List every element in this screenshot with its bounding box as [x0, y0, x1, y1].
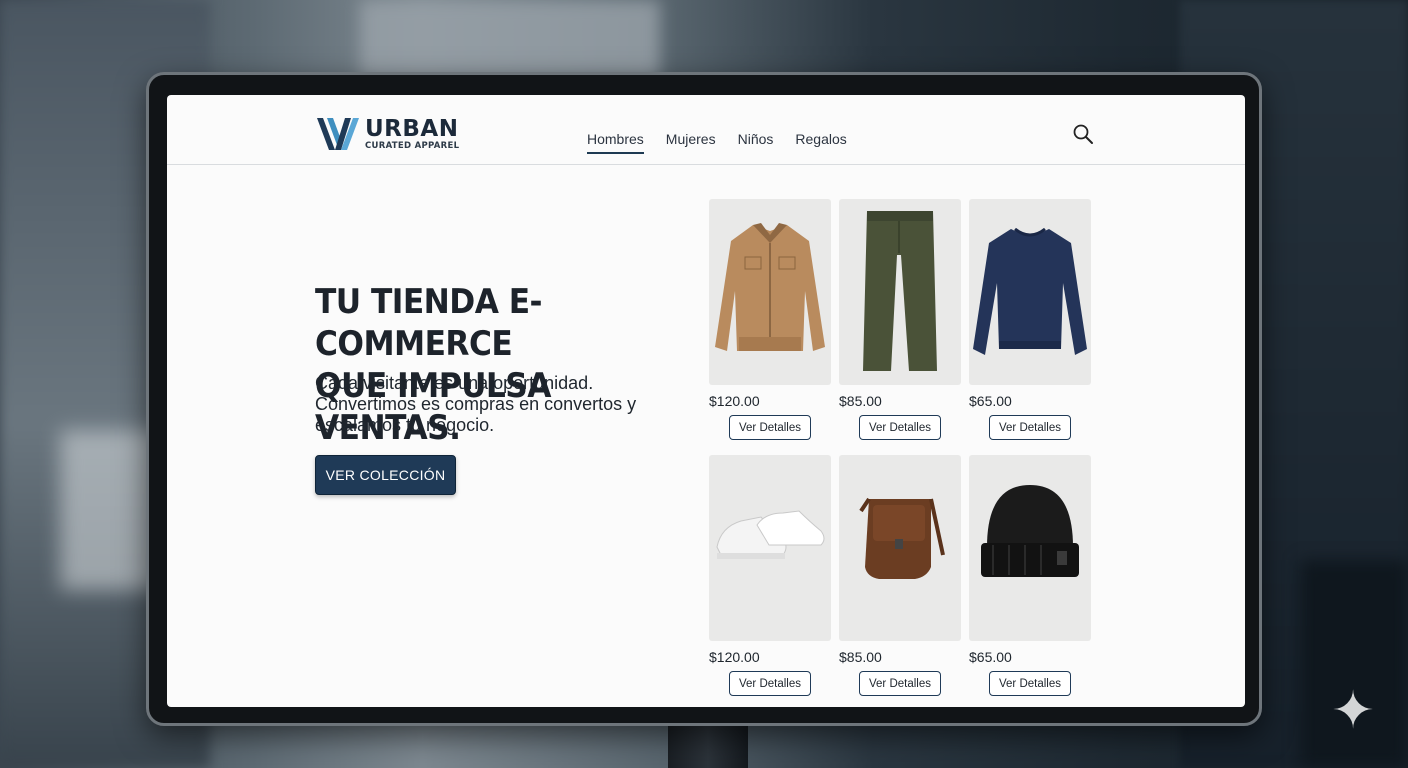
nav-item-hombres[interactable]: Hombres [587, 131, 644, 154]
hero-title-line-1: TU TIENDA E-COMMERCE [315, 282, 542, 364]
brand-tagline: CURATED APPAREL [365, 141, 460, 151]
hero-subtitle: Cada visitante es una oportunidad. Conve… [315, 373, 637, 435]
nav-item-ninos[interactable]: Niños [738, 131, 774, 154]
product-image-jacket[interactable] [709, 199, 831, 385]
website-screen: URBAN CURATED APPAREL Hombres Mujeres Ni… [167, 95, 1245, 707]
view-details-button[interactable]: Ver Detalles [989, 415, 1071, 440]
product-image-sweatshirt[interactable] [969, 199, 1091, 385]
view-collection-button[interactable]: VER COLECCIÓN [315, 455, 456, 495]
product-price: $85.00 [839, 649, 882, 665]
bag-icon [859, 497, 945, 579]
product-card[interactable]: $65.00 Ver Detalles [969, 455, 1091, 696]
nav-item-regalos[interactable]: Regalos [795, 131, 846, 154]
search-icon[interactable] [1072, 123, 1094, 145]
view-details-button[interactable]: Ver Detalles [859, 415, 941, 440]
site-header: URBAN CURATED APPAREL Hombres Mujeres Ni… [167, 95, 1245, 165]
product-price: $65.00 [969, 393, 1012, 409]
brand-name: URBAN [365, 116, 459, 142]
product-price: $120.00 [709, 393, 760, 409]
view-details-button[interactable]: Ver Detalles [729, 671, 811, 696]
view-details-button[interactable]: Ver Detalles [989, 671, 1071, 696]
brand-logo-icon [317, 118, 359, 150]
product-image-sneakers[interactable] [709, 455, 831, 641]
beanie-icon [981, 485, 1079, 577]
pants-icon [863, 211, 937, 371]
product-price: $85.00 [839, 393, 882, 409]
nav-item-mujeres[interactable]: Mujeres [666, 131, 716, 154]
monitor: URBAN CURATED APPAREL Hombres Mujeres Ni… [146, 72, 1262, 726]
brand-logo[interactable]: URBAN CURATED APPAREL [315, 115, 459, 153]
jacket-icon [715, 223, 825, 351]
product-price: $65.00 [969, 649, 1012, 665]
product-card[interactable]: $65.00 Ver Detalles [969, 199, 1091, 440]
sparkle-icon: ✦ [1331, 682, 1375, 740]
product-card[interactable]: $120.00 Ver Detalles [709, 455, 831, 696]
sneakers-icon [716, 510, 825, 559]
product-card[interactable]: $85.00 Ver Detalles [839, 455, 961, 696]
product-image-beanie[interactable] [969, 455, 1091, 641]
product-card[interactable]: $120.00 Ver Detalles [709, 199, 831, 440]
product-price: $120.00 [709, 649, 760, 665]
view-details-button[interactable]: Ver Detalles [859, 671, 941, 696]
product-card[interactable]: $85.00 Ver Detalles [839, 199, 961, 440]
view-details-button[interactable]: Ver Detalles [729, 415, 811, 440]
product-image-pants[interactable] [839, 199, 961, 385]
sweatshirt-icon [973, 227, 1087, 355]
main-nav: Hombres Mujeres Niños Regalos [587, 131, 847, 154]
product-image-bag[interactable] [839, 455, 961, 641]
